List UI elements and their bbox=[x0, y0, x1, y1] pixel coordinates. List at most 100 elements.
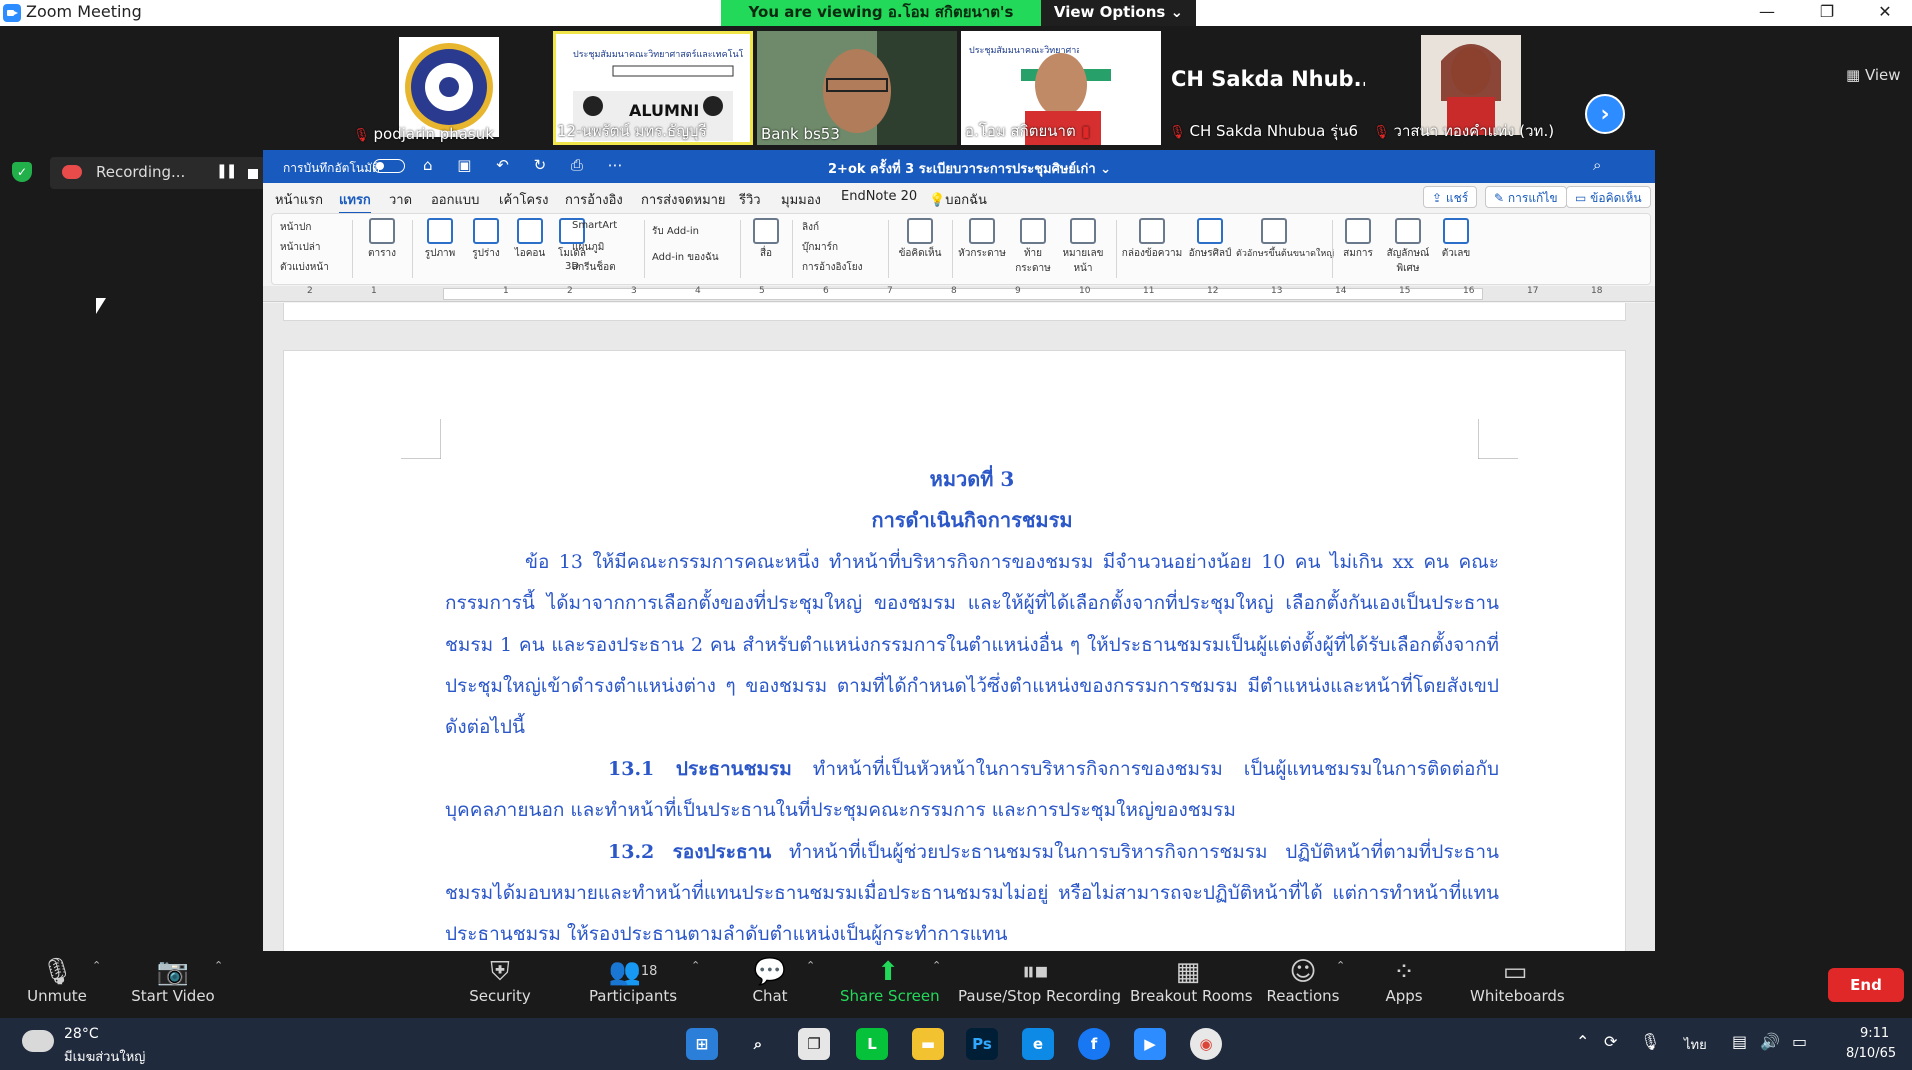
search-icon[interactable]: ⌕ bbox=[742, 1028, 774, 1060]
chart-button[interactable]: แผนภูมิ bbox=[572, 240, 604, 255]
blank-page-button[interactable]: หน้าเปล่า bbox=[280, 240, 321, 255]
comments-button[interactable]: ▭ ข้อคิดเห็น bbox=[1566, 186, 1651, 208]
pause-stop-recording-button[interactable]: ⏸⏹ Pause/Stop Recording bbox=[958, 957, 1121, 1005]
tab-design[interactable]: ออกแบบ bbox=[431, 189, 479, 210]
zoom-app-icon[interactable]: ▶ bbox=[1134, 1028, 1166, 1060]
chat-button[interactable]: 💬 Chat ⌃ bbox=[740, 957, 815, 1005]
network-icon[interactable]: ▤ bbox=[1732, 1032, 1747, 1051]
task-view-icon[interactable]: ❐ bbox=[798, 1028, 830, 1060]
media-button[interactable]: สื่อ bbox=[746, 218, 786, 261]
clock-date[interactable]: 8/10/65 bbox=[1846, 1046, 1896, 1061]
quick-access-icons[interactable]: ⌂ ▣ ↶ ↻ ⎙ ⋯ bbox=[423, 156, 633, 174]
weather-description[interactable]: มีเมฆส่วนใหญ่ bbox=[64, 1046, 145, 1067]
tab-draw[interactable]: วาด bbox=[389, 189, 412, 210]
page-number-button[interactable]: หมายเลขหน้า bbox=[1058, 218, 1108, 276]
participants-button[interactable]: 👥18 Participants ⌃ bbox=[585, 957, 700, 1005]
text-box-button[interactable]: กล่องข้อความ bbox=[1120, 218, 1184, 261]
chevron-up-icon[interactable]: ⌃ bbox=[214, 959, 223, 972]
icons-button[interactable]: ไอคอน bbox=[508, 218, 552, 261]
tab-layout[interactable]: เค้าโครง bbox=[499, 189, 548, 210]
number-button[interactable]: ตัวเลข bbox=[1436, 218, 1476, 261]
tab-view[interactable]: มุมมอง bbox=[781, 189, 821, 210]
encryption-shield-icon[interactable]: ✓ bbox=[12, 162, 32, 182]
tab-home[interactable]: หน้าแรก bbox=[275, 189, 323, 210]
share-button[interactable]: ⇪ แชร์ bbox=[1423, 186, 1478, 208]
search-icon[interactable]: ⌕ bbox=[1593, 156, 1601, 174]
chevron-up-icon[interactable]: ⌃ bbox=[92, 959, 101, 972]
windows-start-icon[interactable]: ⊞ bbox=[686, 1028, 718, 1060]
battery-icon[interactable]: ▭ bbox=[1792, 1032, 1807, 1051]
document-title[interactable]: 2+ok ครั้งที่ 3 ระเบียบวาระการประชุมศิษย… bbox=[828, 158, 1111, 179]
autosave-toggle[interactable] bbox=[373, 159, 405, 173]
my-addins-button[interactable]: Add-in ของฉัน bbox=[652, 250, 719, 265]
participant-tile[interactable]: Bank bs53 bbox=[757, 31, 957, 145]
participant-tile[interactable]: CH Sakda Nhub... 🎙 CH Sakda Nhubua รุ่น6 bbox=[1165, 31, 1365, 145]
link-button[interactable]: ลิงก์ bbox=[802, 220, 819, 235]
next-page-arrow-icon[interactable]: › bbox=[1585, 94, 1625, 134]
file-explorer-icon[interactable]: ▬ bbox=[912, 1028, 944, 1060]
participant-tile[interactable]: ประชุมสัมมนาคณะวิทยาศาสตร์และเทคโนโลยี อ… bbox=[961, 31, 1161, 145]
chevron-up-icon[interactable]: ⌃ bbox=[691, 959, 700, 972]
whiteboards-button[interactable]: ▭ Whiteboards bbox=[1470, 957, 1565, 1005]
view-menu-button[interactable]: ▦ View bbox=[1846, 66, 1901, 84]
clock-time[interactable]: 9:11 bbox=[1860, 1026, 1889, 1041]
share-screen-button[interactable]: ⬆ Share Screen ⌃ bbox=[840, 957, 941, 1005]
reactions-button[interactable]: ☺ Reactions ⌃ bbox=[1266, 957, 1346, 1005]
close-window-button[interactable]: ✕ bbox=[1862, 0, 1908, 26]
security-button[interactable]: ⛨ Security bbox=[460, 957, 540, 1005]
drop-cap-button[interactable]: ตัวอักษรขึ้นต้นขนาดใหญ่ bbox=[1236, 218, 1334, 260]
editing-mode-button[interactable]: ✎ การแก้ไข bbox=[1485, 186, 1567, 208]
unmute-button[interactable]: 🎙 Unmute ⌃ bbox=[20, 957, 101, 1005]
screenshot-button[interactable]: สกรีนช็อต bbox=[572, 260, 616, 275]
pictures-button[interactable]: รูปภาพ bbox=[416, 218, 464, 261]
chevron-up-icon[interactable]: ⌃ bbox=[1336, 959, 1345, 972]
end-meeting-button[interactable]: End bbox=[1828, 968, 1904, 1002]
participant-tile[interactable]: 🎙 วาสนา ทองคำแท่ง (วท.) bbox=[1369, 31, 1569, 145]
tab-references[interactable]: การอ้างอิง bbox=[565, 189, 623, 210]
footer-button[interactable]: ท้ายกระดาษ bbox=[1008, 218, 1058, 276]
tab-mailings[interactable]: การส่งจดหมาย bbox=[641, 189, 726, 210]
symbol-button[interactable]: สัญลักษณ์พิเศษ bbox=[1380, 218, 1436, 276]
horizontal-ruler[interactable]: 2 1 1 2 3 4 5 6 7 8 9 10 11 12 13 14 15 … bbox=[263, 286, 1655, 302]
breakout-rooms-button[interactable]: ▦ Breakout Rooms bbox=[1130, 957, 1253, 1005]
facebook-icon[interactable]: f bbox=[1078, 1028, 1110, 1060]
pause-recording-icon[interactable]: ❚❚ bbox=[216, 163, 238, 179]
page-break-button[interactable]: ตัวแบ่งหน้า bbox=[280, 260, 329, 275]
microphone-icon[interactable]: 🎙 bbox=[1640, 1032, 1660, 1051]
table-button[interactable]: ตาราง bbox=[358, 218, 406, 261]
get-addins-button[interactable]: รับ Add-in bbox=[652, 224, 699, 239]
maximize-button[interactable]: ❐ bbox=[1804, 0, 1850, 26]
stop-recording-icon[interactable] bbox=[248, 169, 258, 179]
tab-review[interactable]: รีวิว bbox=[739, 189, 761, 210]
volume-icon[interactable]: 🔊 bbox=[1760, 1032, 1780, 1051]
participant-tile[interactable]: 🎙 podjarin phasuk bbox=[349, 31, 549, 145]
line-app-icon[interactable]: L bbox=[856, 1028, 888, 1060]
sync-icon[interactable]: ⟳ bbox=[1604, 1032, 1617, 1051]
input-language[interactable]: ไทย bbox=[1684, 1034, 1707, 1055]
smartart-button[interactable]: SmartArt bbox=[572, 220, 617, 231]
tab-endnote[interactable]: EndNote 20 bbox=[841, 189, 917, 204]
weather-temperature[interactable]: 28°C bbox=[64, 1026, 99, 1042]
chevron-up-icon[interactable]: ⌃ bbox=[932, 959, 941, 972]
cross-reference-button[interactable]: การอ้างอิงโยง bbox=[802, 260, 863, 275]
wordart-button[interactable]: อักษรศิลป์ bbox=[1184, 218, 1236, 261]
cover-page-button[interactable]: หน้าปก bbox=[280, 220, 311, 235]
tray-chevron-up-icon[interactable]: ⌃ bbox=[1576, 1032, 1589, 1051]
start-video-button[interactable]: 📷 Start Video ⌃ bbox=[128, 957, 223, 1005]
chrome-icon[interactable]: ◉ bbox=[1190, 1028, 1222, 1060]
shapes-button[interactable]: รูปร่าง bbox=[462, 218, 510, 261]
comment-button[interactable]: ข้อคิดเห็น bbox=[894, 218, 946, 261]
edge-browser-icon[interactable]: e bbox=[1022, 1028, 1054, 1060]
apps-button[interactable]: ⁘ Apps bbox=[1384, 957, 1424, 1005]
view-options-button[interactable]: View Options ⌄ bbox=[1041, 0, 1196, 26]
header-button[interactable]: หัวกระดาษ bbox=[956, 218, 1008, 261]
document-body-text[interactable]: หมวดที่ 3 การดำเนินกิจการชมรม ข้อ 13 ให้… bbox=[445, 459, 1499, 951]
bookmark-button[interactable]: บุ๊กมาร์ก bbox=[802, 240, 838, 255]
document-page[interactable]: หมวดที่ 3 การดำเนินกิจการชมรม ข้อ 13 ให้… bbox=[283, 350, 1626, 951]
participant-tile-active-speaker[interactable]: ประชุมสัมมนาคณะวิทยาศาสตร์และเทคโนโลยี A… bbox=[553, 31, 753, 145]
chevron-up-icon[interactable]: ⌃ bbox=[806, 959, 815, 972]
equation-button[interactable]: สมการ bbox=[1336, 218, 1380, 261]
tell-me[interactable]: 💡บอกฉัน bbox=[929, 189, 987, 210]
photoshop-icon[interactable]: Ps bbox=[966, 1028, 998, 1060]
minimize-button[interactable]: — bbox=[1744, 0, 1790, 26]
